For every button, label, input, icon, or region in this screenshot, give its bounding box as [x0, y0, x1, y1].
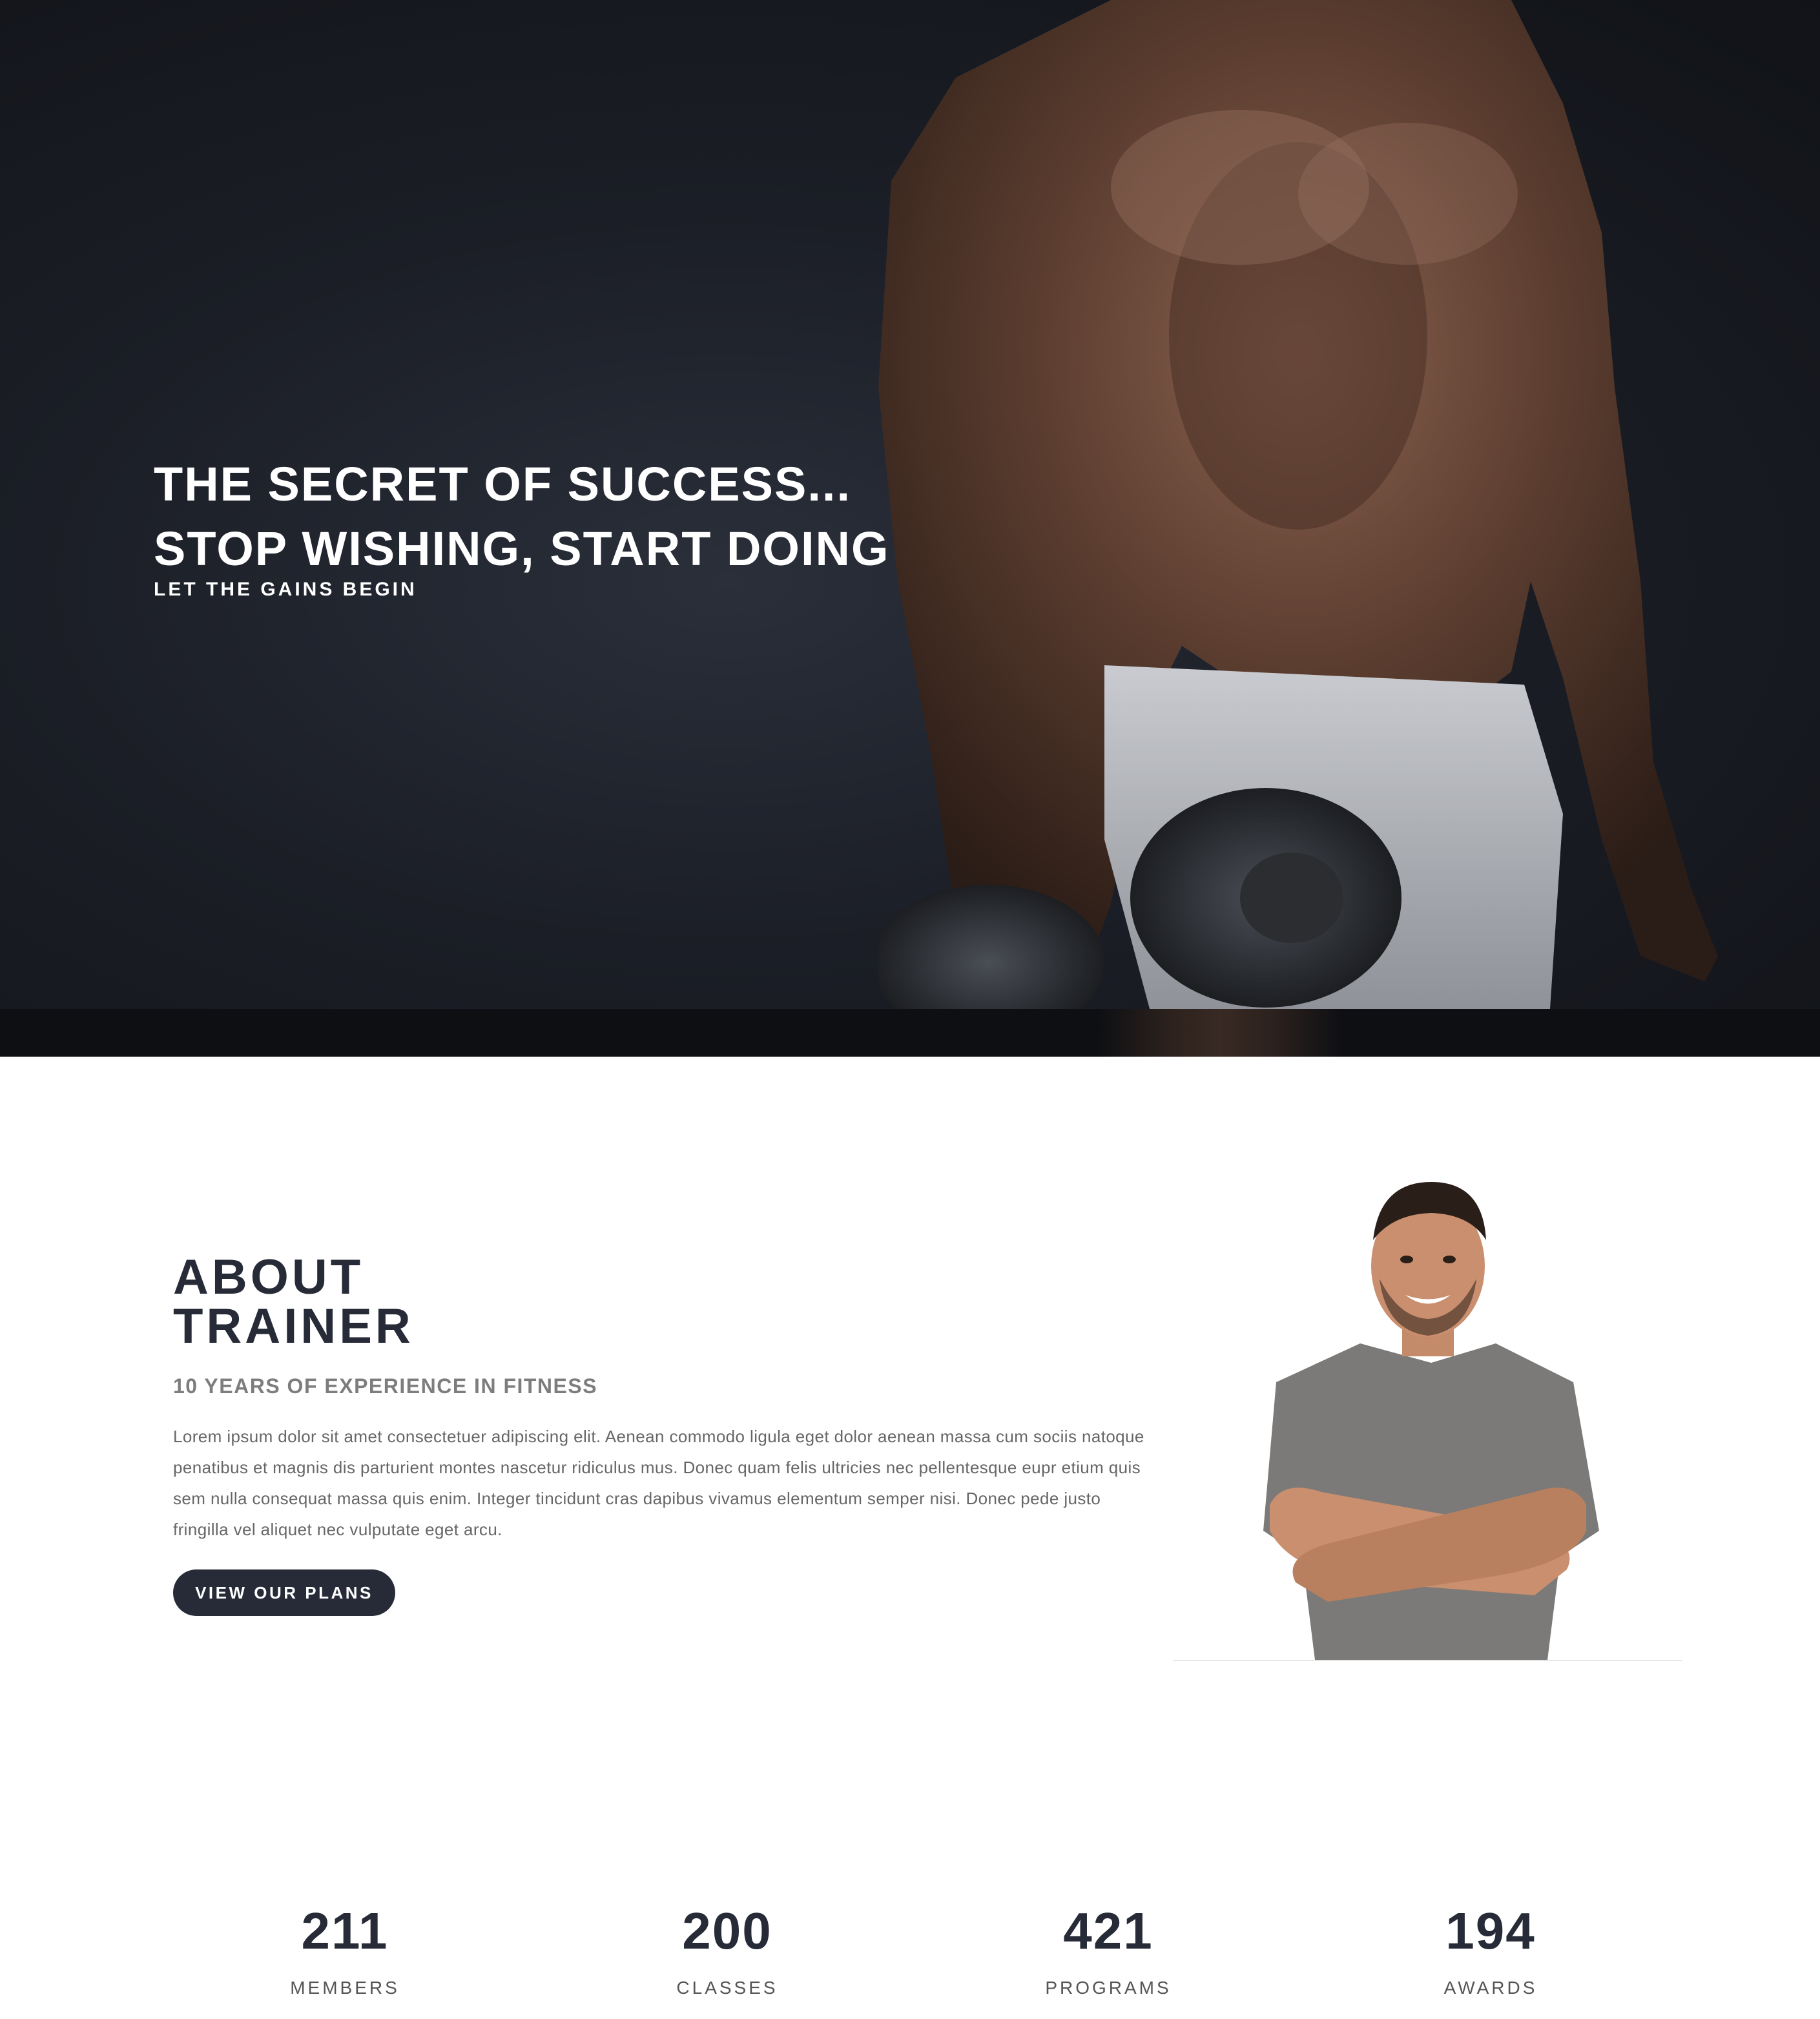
stat-value: 211 [301, 1902, 389, 1960]
about-title: ABOUT TRAINER [173, 1253, 414, 1351]
stat-awards: 194 AWARDS [1361, 1899, 1620, 1998]
stat-value: 200 [682, 1902, 772, 1960]
stat-programs: 421 PROGRAMS [979, 1899, 1237, 1998]
hero-bodybuilder-image [878, 0, 1718, 1009]
stat-label: MEMBERS [290, 1978, 400, 1998]
stat-classes: 200 CLASSES [598, 1899, 856, 1998]
stat-label: CLASSES [676, 1978, 778, 1998]
trainer-photo [1173, 1169, 1682, 1660]
hero-strip-image-fragment [1098, 1009, 1343, 1057]
hero-headline-group: THE SECRET OF SUCCESS... STOP WISHING, S… [154, 452, 890, 601]
stat-label: AWARDS [1443, 1978, 1538, 1998]
hero-headline-line1: THE SECRET OF SUCCESS... [154, 457, 852, 511]
stat-label: PROGRAMS [1045, 1978, 1172, 1998]
view-plans-button[interactable]: VIEW OUR PLANS [173, 1569, 395, 1616]
stat-value: 421 [1063, 1902, 1153, 1960]
hero-tagline: LET THE GAINS BEGIN [154, 579, 417, 600]
hero-headline-line2: STOP WISHING, START DOING [154, 522, 890, 575]
hero-bottom-strip [0, 1009, 1820, 1057]
about-description: Lorem ipsum dolor sit amet consectetuer … [173, 1427, 1144, 1539]
about-title-line2: TRAINER [173, 1299, 414, 1354]
about-title-line1: ABOUT [173, 1250, 364, 1305]
about-subtitle: 10 YEARS OF EXPERIENCE IN FITNESS [173, 1374, 598, 1398]
hero-banner: THE SECRET OF SUCCESS... STOP WISHING, S… [0, 0, 1820, 1057]
trainer-photo-divider [1173, 1660, 1682, 1661]
stat-value: 194 [1445, 1902, 1536, 1960]
stat-members: 211 MEMBERS [216, 1899, 474, 1998]
